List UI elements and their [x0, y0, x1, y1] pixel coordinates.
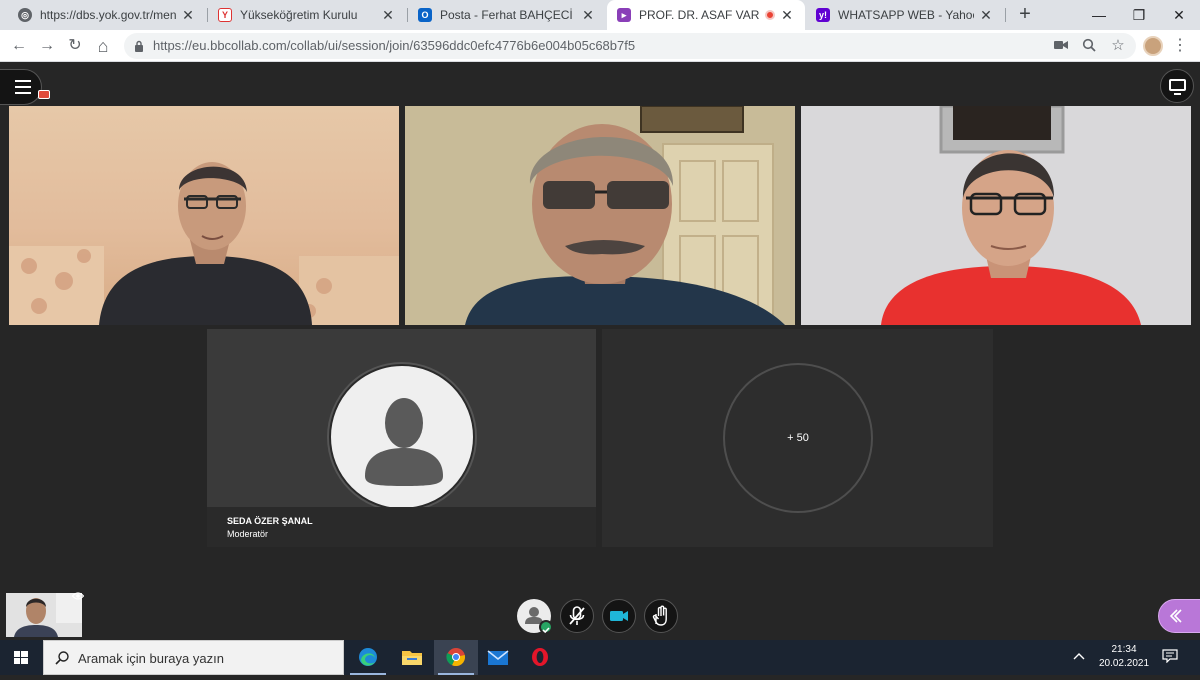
edge-icon: [359, 648, 377, 666]
tab-outlook[interactable]: O Posta - Ferhat BAHÇECİ - Outlo ✕: [408, 0, 606, 30]
forward-button[interactable]: →: [36, 35, 58, 57]
participant-tile-seda[interactable]: SEDA ÖZER ŞANAL Moderatör: [207, 329, 596, 547]
camera-toggle-button[interactable]: [602, 599, 636, 633]
participant-role: Moderatör: [227, 529, 269, 539]
participant-video-frame: [405, 106, 795, 325]
taskbar-app-mail[interactable]: [476, 640, 520, 675]
tab-title: PROF. DR. ASAF VAROL İLE: [639, 8, 759, 22]
opera-icon: [532, 648, 548, 666]
outlook-icon: O: [418, 8, 432, 22]
tab-yahoo[interactable]: y! WHATSAPP WEB - Yahoo Turki ✕: [806, 0, 1004, 30]
zoom-icon[interactable]: [1080, 38, 1098, 54]
raise-hand-icon: [652, 605, 667, 626]
participant-video-frame: [9, 162, 399, 325]
search-placeholder: Aramak için buraya yazın: [78, 651, 224, 666]
collaborate-icon: ▸: [617, 8, 631, 22]
taskbar-app-edge[interactable]: [346, 640, 390, 675]
microphone-toggle-button[interactable]: [560, 599, 594, 633]
system-clock[interactable]: 21:34 20.02.2021: [1098, 643, 1150, 671]
yahoo-icon: y!: [816, 8, 830, 22]
tab-title: https://dbs.yok.gov.tr/menu/m: [40, 8, 176, 22]
windows-taskbar: Aramak için buraya yazın 21:34 20.02.202…: [0, 640, 1200, 675]
tab-close-icon[interactable]: ✕: [978, 7, 994, 24]
status-available-icon: [539, 620, 553, 634]
clock-date: 20.02.2021: [1098, 658, 1150, 669]
close-window-button[interactable]: ✕: [1157, 0, 1200, 30]
browser-toolbar: ← → ↻ ⌂ https://eu.bbcollab.com/collab/u…: [0, 30, 1200, 62]
minimize-button[interactable]: —: [1077, 0, 1121, 30]
more-participants-count: + 50: [787, 432, 809, 444]
lock-icon: [135, 40, 143, 52]
recording-icon: [38, 90, 50, 99]
chrome-icon: [446, 648, 466, 667]
home-button[interactable]: ⌂: [92, 35, 114, 57]
screen-layout-icon: [1169, 79, 1186, 95]
browser-tab-bar: ◎ https://dbs.yok.gov.tr/menu/m ✕ Y Yüks…: [0, 0, 1200, 30]
participant-video-2[interactable]: [405, 106, 795, 325]
mail-icon: [487, 650, 509, 665]
open-collaborate-panel-button[interactable]: [1158, 599, 1200, 633]
yok-logo-icon: Y: [218, 8, 232, 22]
profile-avatar[interactable]: [1143, 36, 1163, 56]
eye-icon[interactable]: [72, 592, 84, 600]
address-bar[interactable]: https://eu.bbcollab.com/collab/ui/sessio…: [124, 33, 1136, 59]
camera-icon[interactable]: [1052, 38, 1070, 54]
participant-name: SEDA ÖZER ŞANAL: [227, 516, 313, 526]
participant-video-frame: [801, 106, 1191, 325]
browser-menu-button[interactable]: ⋮: [1172, 36, 1188, 56]
more-participants-circle: + 50: [723, 363, 873, 513]
more-participants-tile[interactable]: + 50: [602, 329, 993, 547]
tab-yok[interactable]: Y Yükseköğretim Kurulu ✕: [208, 0, 406, 30]
double-chevron-left-icon: [1169, 609, 1182, 623]
url-text: https://eu.bbcollab.com/collab/ui/sessio…: [153, 38, 636, 53]
recording-indicator-icon: [765, 10, 775, 20]
tab-close-icon[interactable]: ✕: [180, 7, 196, 24]
self-video-frame: [6, 593, 82, 637]
tab-separator: [1005, 8, 1006, 22]
tab-close-icon[interactable]: ✕: [779, 7, 795, 24]
camera-icon: [610, 611, 628, 621]
restore-button[interactable]: ❐: [1117, 0, 1161, 30]
tab-collaborate-session[interactable]: ▸ PROF. DR. ASAF VAROL İLE ✕: [607, 0, 805, 30]
hamburger-icon: [15, 80, 31, 94]
user-silhouette-icon: [365, 398, 443, 486]
raise-hand-button[interactable]: [644, 599, 678, 633]
participant-name-strip: SEDA ÖZER ŞANAL Moderatör: [207, 507, 596, 547]
taskbar-search-box[interactable]: Aramak için buraya yazın: [43, 640, 344, 675]
participant-video-1[interactable]: [9, 106, 399, 325]
mic-muted-icon: [569, 606, 585, 625]
chevron-up-icon: [1073, 653, 1085, 660]
tab-close-icon[interactable]: ✕: [580, 7, 596, 24]
collaborate-session: SEDA ÖZER ŞANAL Moderatör + 50: [0, 63, 1200, 640]
avatar: [329, 364, 475, 510]
self-video-preview[interactable]: [6, 593, 82, 637]
star-icon[interactable]: ☆: [1109, 38, 1127, 54]
taskbar-app-chrome[interactable]: [434, 640, 478, 675]
tab-title: Yükseköğretim Kurulu: [240, 8, 358, 22]
file-explorer-icon: [402, 651, 422, 665]
search-icon: [55, 651, 69, 665]
globe-icon: ◎: [18, 8, 32, 22]
participant-video-3[interactable]: [801, 106, 1191, 325]
notification-center-icon[interactable]: [1162, 649, 1178, 663]
taskbar-app-opera[interactable]: [518, 640, 562, 675]
back-button[interactable]: ←: [8, 35, 30, 57]
tab-dbs-yok[interactable]: ◎ https://dbs.yok.gov.tr/menu/m ✕: [8, 0, 206, 30]
reload-button[interactable]: ↻: [64, 35, 86, 57]
new-tab-button[interactable]: +: [1014, 4, 1036, 26]
session-menu-button[interactable]: [0, 69, 42, 105]
taskbar-app-file-explorer[interactable]: [390, 640, 434, 675]
windows-logo-icon: [14, 651, 28, 664]
layout-toggle-button[interactable]: [1160, 69, 1194, 103]
show-hidden-icons-button[interactable]: [1073, 649, 1085, 663]
tab-title: Posta - Ferhat BAHÇECİ - Outlo: [440, 8, 576, 22]
clock-time: 21:34: [1111, 644, 1137, 655]
tab-close-icon[interactable]: ✕: [380, 7, 396, 24]
my-status-button[interactable]: [517, 599, 553, 634]
tab-title: WHATSAPP WEB - Yahoo Turki: [838, 8, 974, 22]
start-button[interactable]: [0, 640, 42, 675]
